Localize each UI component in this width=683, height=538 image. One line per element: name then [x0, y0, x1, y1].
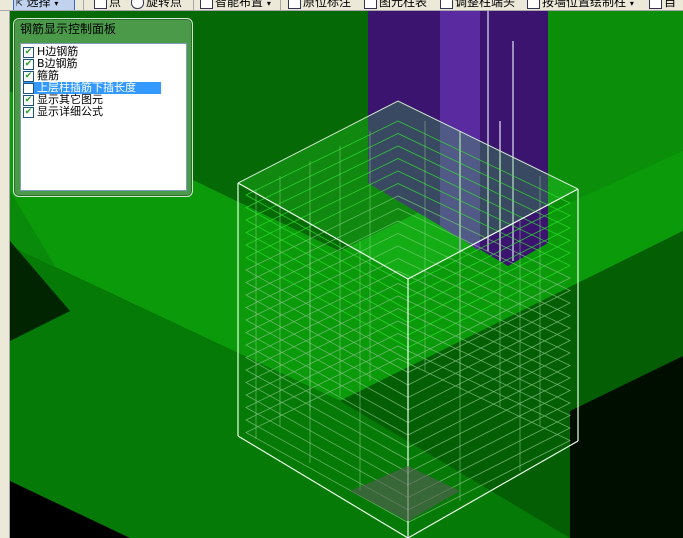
- select-label: 选择: [26, 0, 51, 9]
- tool-icon: [649, 0, 662, 9]
- dropdown-arrow-icon[interactable]: ▾: [54, 0, 58, 8]
- draw-wall-icon: [527, 0, 540, 9]
- point-icon: [94, 0, 107, 9]
- rebar-display-control-panel[interactable]: 钢筋显示控制面板 ✔ H边钢筋 ✔ B边钢筋 ✔ 箍筋 上层柱插筋下插长度 ✔ 显示其它…: [13, 18, 193, 197]
- truncated-label: 自: [664, 0, 677, 9]
- table-icon: [364, 0, 377, 9]
- in-situ-annotation-label: 原位标注: [303, 0, 352, 9]
- draw-by-wall-tool[interactable]: 按墙位置绘制柱 ▾: [527, 0, 634, 9]
- adjust-column-end-tool[interactable]: 调整柱端头: [440, 0, 515, 9]
- in-situ-annotation-tool[interactable]: 原位标注: [288, 0, 351, 9]
- left-dock-strip: [0, 10, 10, 538]
- rotate-icon: [131, 0, 144, 9]
- draw-by-wall-label: 按墙位置绘制柱: [542, 0, 627, 9]
- option-list[interactable]: ✔ H边钢筋 ✔ B边钢筋 ✔ 箍筋 上层柱插筋下插长度 ✔ 显示其它图元 ✔ 显示详细公…: [20, 43, 187, 191]
- adjust-column-end-label: 调整柱端头: [455, 0, 516, 9]
- smart-layout-label: 智能布置: [215, 0, 264, 9]
- checkbox[interactable]: ✔: [23, 47, 34, 58]
- checkbox[interactable]: [23, 83, 34, 94]
- cursor-icon: ⇱: [16, 0, 23, 8]
- checkbox[interactable]: ✔: [23, 71, 34, 82]
- annotation-icon: [288, 0, 301, 9]
- option-show-detailed-formula[interactable]: ✔ 显示详细公式: [23, 106, 183, 118]
- option-label: 显示详细公式: [37, 105, 103, 118]
- toolbar-separator: [280, 0, 281, 10]
- dropdown-arrow-icon[interactable]: ▾: [630, 0, 634, 8]
- toolbar: ⇱ 选择 ▾ 点 旋转点 智能布置 ▾ 原位标注 图元柱表 调整柱端头 按墙位置…: [0, 0, 683, 11]
- figure-table-label: 图元柱表: [379, 0, 428, 9]
- truncated-tool[interactable]: 自: [649, 0, 676, 9]
- toolbar-separator: [83, 0, 84, 10]
- smart-layout-tool[interactable]: 智能布置 ▾: [200, 0, 271, 9]
- select-tool[interactable]: ⇱ 选择 ▾: [16, 0, 58, 9]
- smart-layout-icon: [200, 0, 213, 9]
- point-label: 点: [109, 0, 122, 9]
- panel-title: 钢筋显示控制面板: [20, 22, 117, 36]
- rotate-point-label: 旋转点: [146, 0, 183, 9]
- checkbox[interactable]: ✔: [23, 107, 34, 118]
- point-tool[interactable]: 点: [94, 0, 121, 9]
- checkbox[interactable]: ✔: [23, 59, 34, 70]
- checkbox[interactable]: ✔: [23, 95, 34, 106]
- adjust-icon: [440, 0, 453, 9]
- figure-table-tool[interactable]: 图元柱表: [364, 0, 427, 9]
- dropdown-arrow-icon[interactable]: ▾: [267, 0, 271, 8]
- rotate-point-tool[interactable]: 旋转点: [131, 0, 182, 9]
- toolbar-separator: [193, 0, 194, 10]
